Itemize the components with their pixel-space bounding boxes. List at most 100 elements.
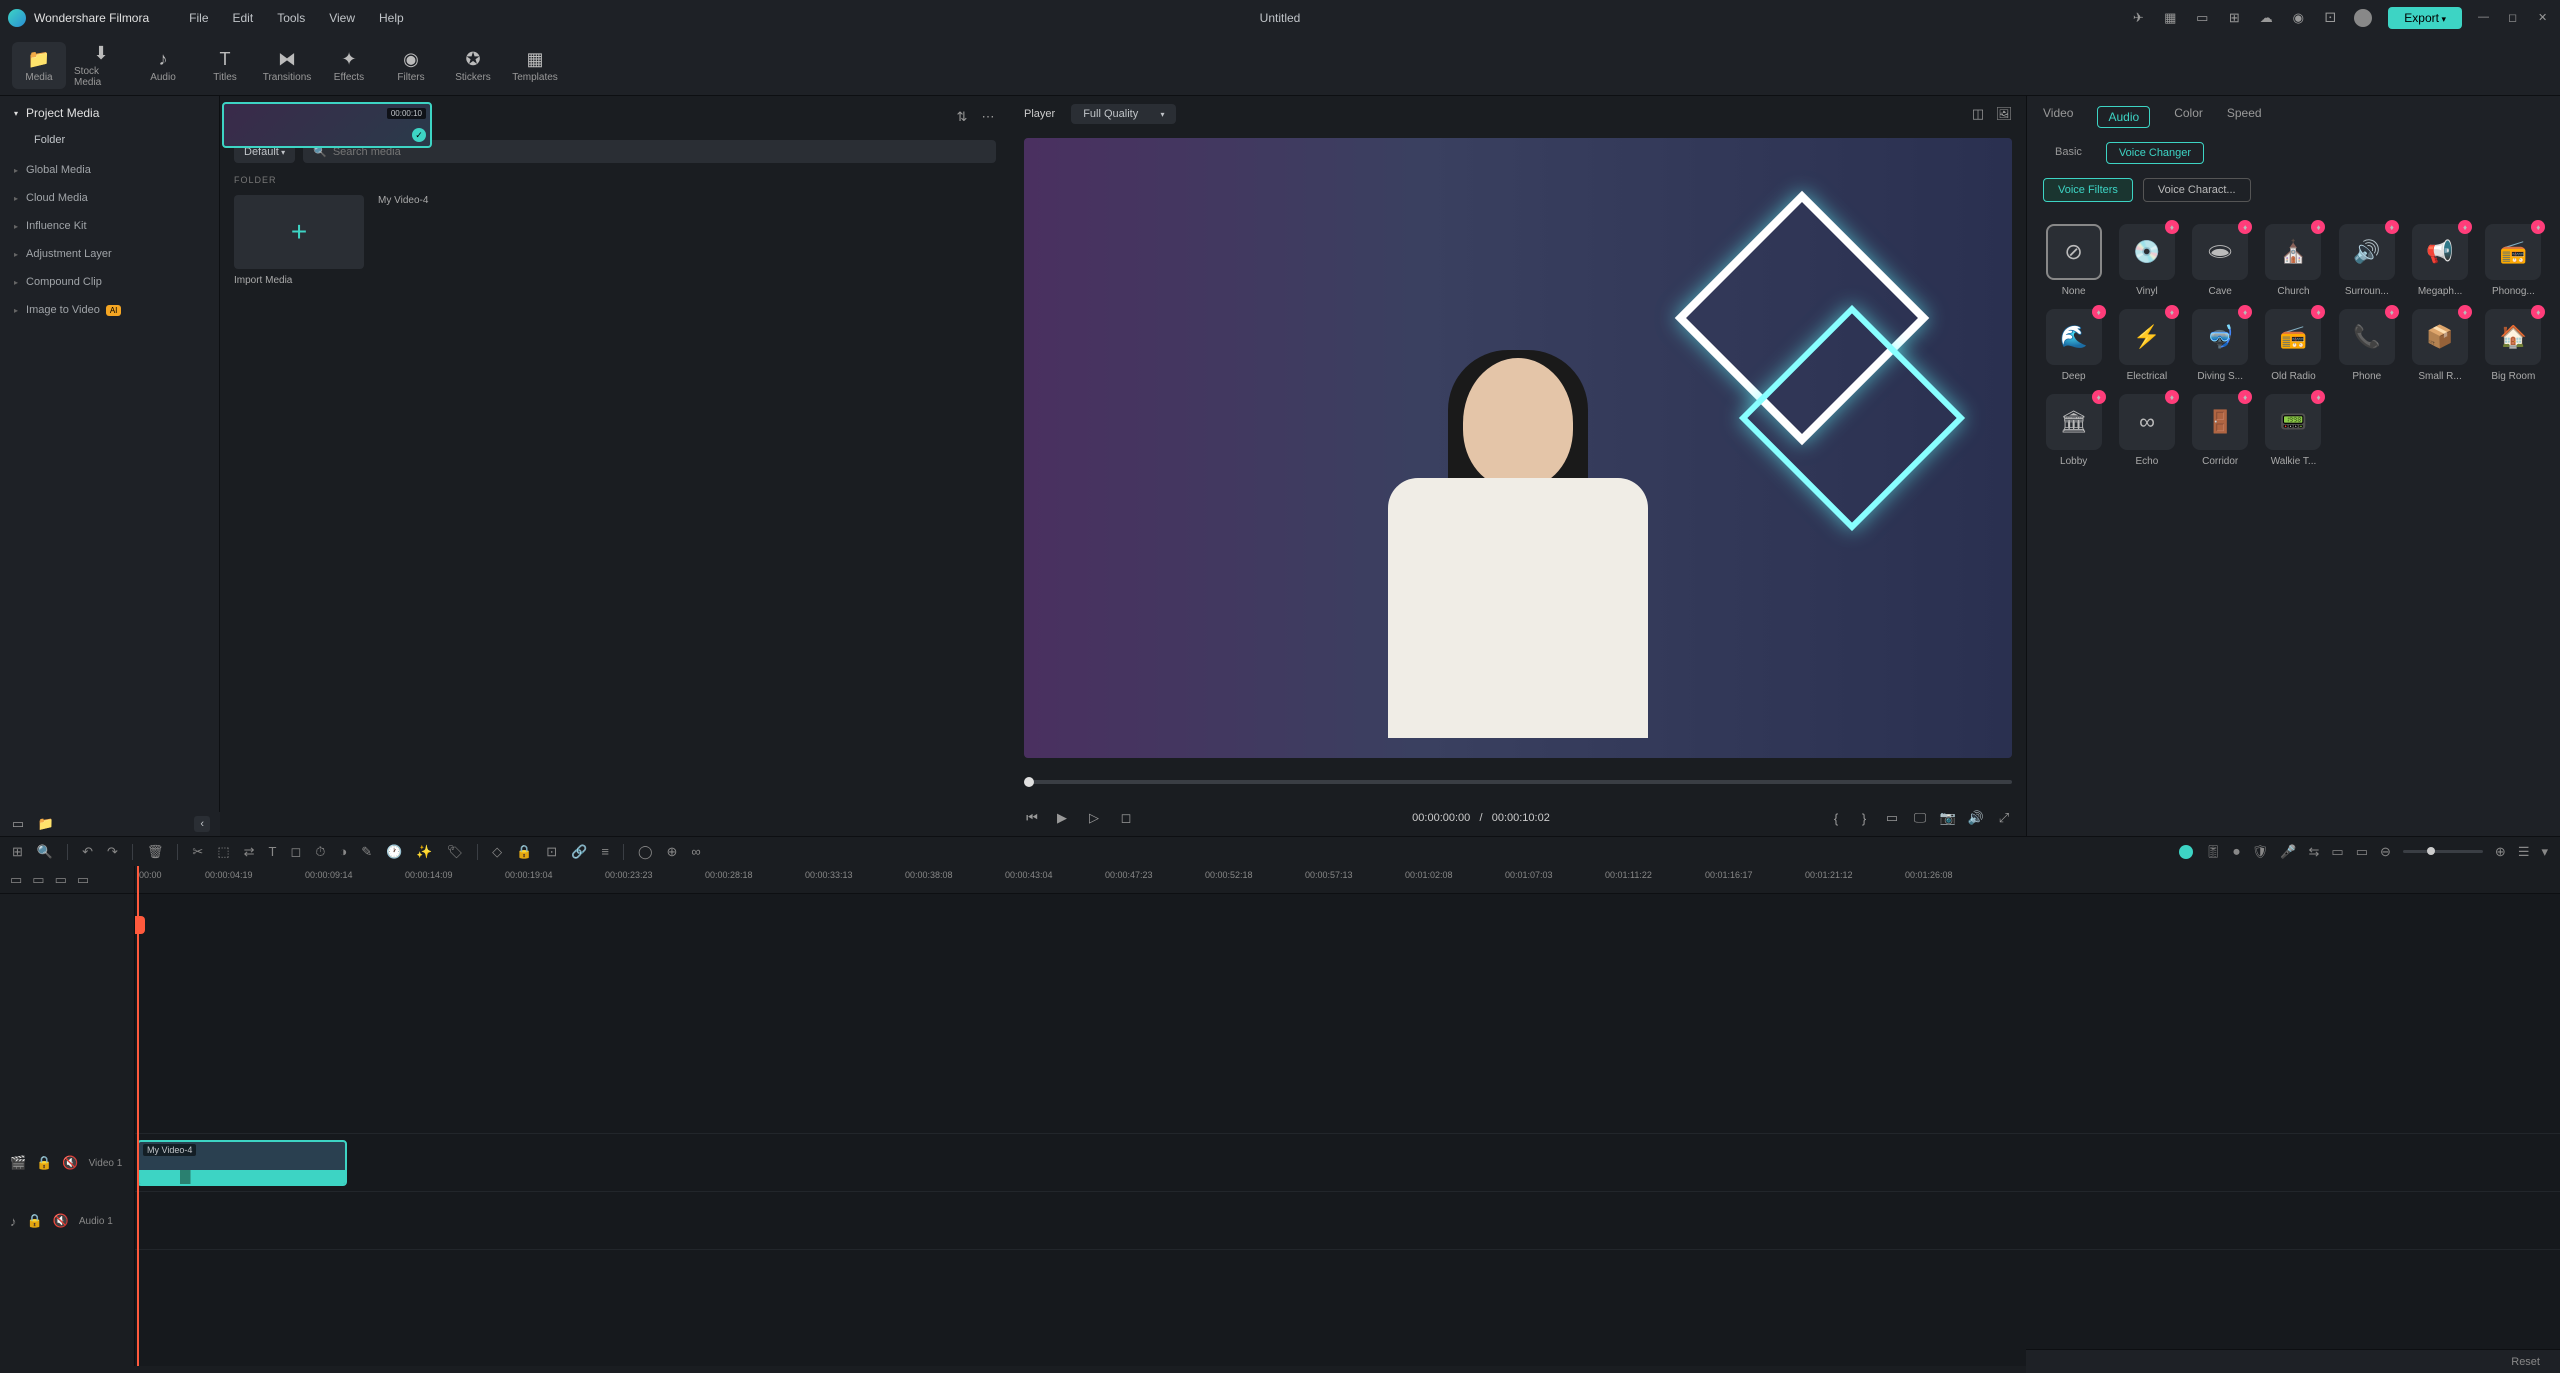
zoom-slider[interactable]: [2403, 850, 2483, 853]
project-media-header[interactable]: Project Media: [0, 96, 219, 130]
audio-track-header[interactable]: ♪ 🔒 🔇 Audio 1: [0, 1192, 134, 1250]
mark-out-icon[interactable]: }: [1856, 810, 1872, 826]
sidebar-cloud-media[interactable]: Cloud Media: [0, 184, 219, 212]
volume-icon[interactable]: 🔊: [1968, 810, 1984, 826]
voice-filter-phone[interactable]: 📞♦Phone: [2332, 305, 2401, 386]
timeline-ruler[interactable]: 00:00 00:00:04:1900:00:09:1400:00:14:090…: [135, 866, 2560, 894]
filter-icon[interactable]: ⇅: [954, 109, 970, 125]
mode-voice-filters[interactable]: Voice Filters: [2043, 178, 2133, 202]
voice-filter-electrical[interactable]: ⚡♦Electrical: [2112, 305, 2181, 386]
tab-color[interactable]: Color: [2174, 106, 2203, 128]
snapshot-icon[interactable]: 📷: [1940, 810, 1956, 826]
sidebar-image-to-video[interactable]: Image to VideoAI: [0, 296, 219, 324]
send-icon[interactable]: ✈: [2130, 10, 2146, 26]
voice-filter-corridor[interactable]: 🚪♦Corridor: [2186, 390, 2255, 471]
text-tool-icon[interactable]: T: [269, 844, 277, 859]
stop-button[interactable]: ◻: [1118, 810, 1134, 826]
menu-tools[interactable]: Tools: [277, 11, 305, 25]
tool-templates[interactable]: ▦Templates: [508, 42, 562, 89]
playhead[interactable]: [137, 866, 139, 1366]
tool-audio[interactable]: ♪Audio: [136, 42, 190, 89]
subtab-voice-changer[interactable]: Voice Changer: [2106, 142, 2204, 164]
new-folder-icon[interactable]: ▭: [10, 816, 26, 832]
sidebar-influence-kit[interactable]: Influence Kit: [0, 212, 219, 240]
color-icon[interactable]: ◑: [339, 844, 347, 859]
clock-icon[interactable]: 🕐: [386, 844, 402, 860]
video-track-header[interactable]: 🎬 🔒 🔇 Video 1: [0, 1134, 134, 1192]
maximize-button[interactable]: ◻: [2508, 11, 2522, 25]
voice-filter-cave[interactable]: 🕳♦Cave: [2186, 220, 2255, 301]
media-clip-tile[interactable]: 00:00:10 ✓ My Video-4: [378, 195, 508, 286]
tracks4-icon[interactable]: ▭: [77, 872, 89, 888]
voice-filter-walkie-t-[interactable]: 📟♦Walkie T...: [2259, 390, 2328, 471]
menu-help[interactable]: Help: [379, 11, 404, 25]
voice-filter-church[interactable]: ⛪♦Church: [2259, 220, 2328, 301]
mark-in-icon[interactable]: {: [1828, 810, 1844, 826]
play-button[interactable]: ▶: [1054, 810, 1070, 826]
menu-view[interactable]: View: [329, 11, 355, 25]
snap1-icon[interactable]: ▭: [2331, 844, 2343, 860]
voice-filter-old-radio[interactable]: 📻♦Old Radio: [2259, 305, 2328, 386]
voice-filter-echo[interactable]: ∞♦Echo: [2112, 390, 2181, 471]
undo-icon[interactable]: ↶: [82, 844, 93, 860]
tab-video[interactable]: Video: [2043, 106, 2073, 128]
delete-icon[interactable]: 🗑: [147, 844, 164, 860]
tool-effects[interactable]: ✦Effects: [322, 42, 376, 89]
cloud-icon[interactable]: ☁: [2258, 10, 2274, 26]
display-icon[interactable]: 🖵: [1912, 810, 1928, 826]
timeline-tracks-area[interactable]: 00:00 00:00:04:1900:00:09:1400:00:14:090…: [135, 866, 2560, 1366]
sidebar-global-media[interactable]: Global Media: [0, 156, 219, 184]
quality-dropdown[interactable]: Full Quality: [1071, 104, 1176, 124]
layers-icon[interactable]: ≡: [601, 844, 609, 859]
select-icon[interactable]: ⊞: [12, 844, 23, 860]
tab-audio[interactable]: Audio: [2097, 106, 2150, 128]
subtab-basic[interactable]: Basic: [2043, 142, 2094, 164]
voice-filter-megaph-[interactable]: 📢♦Megaph...: [2405, 220, 2474, 301]
lock-track-icon[interactable]: 🔒: [27, 1213, 43, 1229]
minimize-button[interactable]: —: [2478, 11, 2492, 25]
link-icon[interactable]: 🔗: [571, 844, 587, 860]
playback-scrubber[interactable]: [1024, 772, 2012, 792]
marker-icon[interactable]: 🛡: [2252, 844, 2269, 860]
video-icon[interactable]: 🎬: [10, 1155, 26, 1171]
redo-icon[interactable]: ↷: [107, 844, 118, 860]
timeline-clip[interactable]: My Video-4: [137, 1140, 347, 1186]
mixer-icon[interactable]: 🎚: [2205, 844, 2222, 860]
crop2-icon[interactable]: ◻: [290, 844, 301, 860]
lock-track-icon[interactable]: 🔒: [36, 1155, 52, 1171]
sidebar-compound-clip[interactable]: Compound Clip: [0, 268, 219, 296]
render-icon[interactable]: ◯: [638, 844, 653, 860]
menu-file[interactable]: File: [189, 11, 208, 25]
tracks2-icon[interactable]: ▭: [32, 872, 44, 888]
compare-icon[interactable]: ◫: [1970, 106, 1986, 122]
tool-transitions[interactable]: ⧓Transitions: [260, 42, 314, 89]
mode-voice-characters[interactable]: Voice Charact...: [2143, 178, 2251, 202]
zoom-in-icon[interactable]: ⊕: [2495, 844, 2506, 860]
edit-icon[interactable]: ✎: [361, 844, 372, 860]
voice-filter-phonog-[interactable]: 📻♦Phonog...: [2479, 220, 2548, 301]
voice-filter-surroun-[interactable]: 🔊♦Surroun...: [2332, 220, 2401, 301]
tool-stickers[interactable]: ✪Stickers: [446, 42, 500, 89]
tool-filters[interactable]: ◉Filters: [384, 42, 438, 89]
zoom-out-icon[interactable]: ⊖: [2380, 844, 2391, 860]
gift-icon[interactable]: ⚀: [2322, 10, 2338, 26]
add-icon[interactable]: ⊕: [667, 844, 678, 860]
keyframe-icon[interactable]: ◇: [492, 844, 502, 860]
grid-icon[interactable]: ⊞: [2226, 10, 2242, 26]
ratio-icon[interactable]: ▭: [1884, 810, 1900, 826]
group-icon[interactable]: ⊡: [546, 844, 557, 860]
speed-icon[interactable]: ⏱: [315, 844, 325, 860]
tool-titles[interactable]: TTitles: [198, 42, 252, 89]
audio-track[interactable]: [135, 1192, 2560, 1250]
folder-item[interactable]: Folder: [34, 134, 205, 146]
reset-button[interactable]: Reset: [2511, 1356, 2540, 1368]
lock-icon[interactable]: 🔒: [516, 844, 532, 860]
mic-icon[interactable]: 🎤: [2280, 844, 2296, 860]
folder-icon[interactable]: 📁: [38, 816, 54, 832]
mute-track-icon[interactable]: 🔇: [62, 1155, 78, 1171]
layout-icon[interactable]: ▦: [2162, 10, 2178, 26]
collapse-sidebar-button[interactable]: ‹: [194, 816, 210, 832]
export-button[interactable]: Export: [2388, 7, 2462, 29]
bell-icon[interactable]: ◉: [2290, 10, 2306, 26]
snap2-icon[interactable]: ▭: [2356, 844, 2368, 860]
